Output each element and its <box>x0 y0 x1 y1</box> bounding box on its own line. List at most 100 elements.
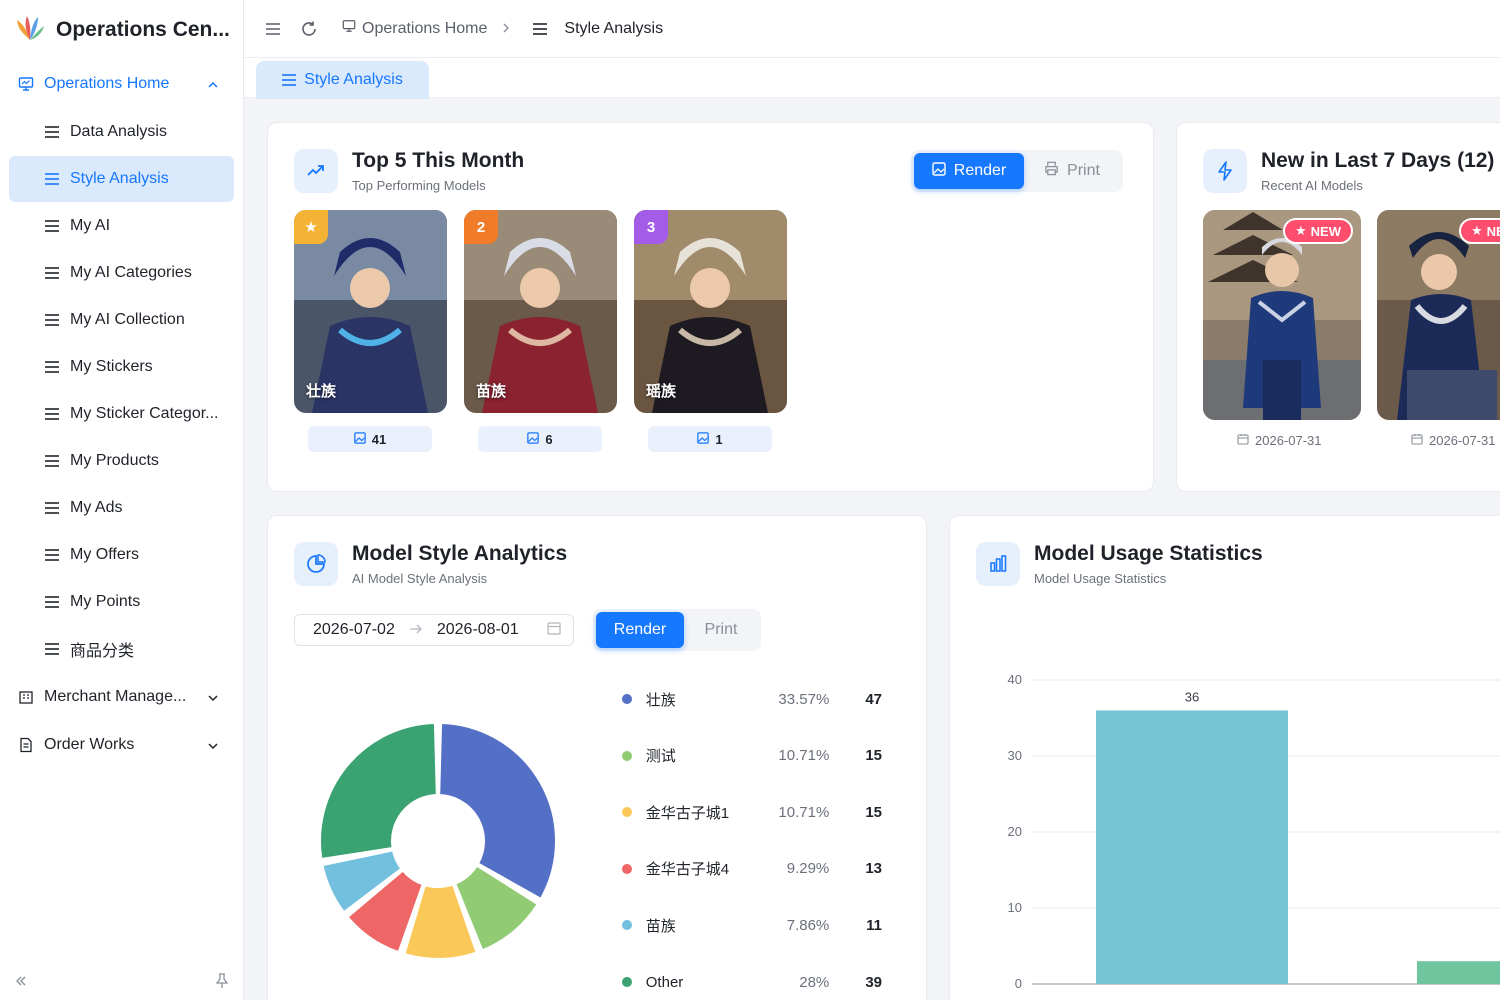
top-model-thumbnail[interactable]: ★ 壮族 <box>294 210 447 413</box>
menu-group-order[interactable]: Order Works <box>0 721 243 769</box>
slice-zhuang[interactable] <box>438 722 557 900</box>
sidebar-item[interactable]: Style Analysis <box>9 156 234 202</box>
new7-subtitle: Recent AI Models <box>1261 178 1363 193</box>
app-title: Operations Cen... <box>56 18 230 41</box>
sidebar-item[interactable]: My AI <box>9 203 234 249</box>
new-model-thumbnail[interactable]: ★ NE <box>1377 210 1500 420</box>
breadcrumb-current: Style Analysis <box>533 20 663 38</box>
style-print-button[interactable]: Print <box>684 612 758 648</box>
sidebar-item[interactable]: Data Analysis <box>9 109 234 155</box>
sidebar-item[interactable]: My Products <box>9 438 234 484</box>
legend-row[interactable]: Other 28% 39 <box>622 970 882 994</box>
top5-render-button[interactable]: Render <box>914 153 1024 189</box>
top-model-thumbnail[interactable]: 3 瑶族 <box>634 210 787 413</box>
menu-group-merchant[interactable]: Merchant Manage... <box>0 673 243 721</box>
date-start[interactable]: 2026-07-02 <box>313 621 395 639</box>
model-name-label: 瑶族 <box>646 383 677 400</box>
legend-row[interactable]: 测试 10.71% 15 <box>622 744 882 768</box>
legend-row[interactable]: 金华古子城4 9.29% 13 <box>622 857 882 881</box>
render-label: Render <box>613 621 667 638</box>
list-icon <box>45 361 59 373</box>
style-analytics-subtitle: AI Model Style Analysis <box>352 571 488 586</box>
legend-dot <box>622 750 632 761</box>
model-name-label: 苗族 <box>476 383 507 400</box>
bar-chart-icon <box>976 542 1020 586</box>
rank-badge: 3 <box>634 210 668 244</box>
sidebar-item[interactable]: My Sticker Categor... <box>9 391 234 437</box>
list-icon <box>45 314 59 326</box>
date-end[interactable]: 2026-08-01 <box>437 621 519 639</box>
legend-row[interactable]: 壮族 33.57% 47 <box>622 687 882 711</box>
sidebar-item[interactable]: My Points <box>9 579 234 625</box>
list-icon <box>45 596 59 608</box>
date-label: 2026-07-31 <box>1255 433 1322 448</box>
image-icon <box>353 431 366 447</box>
style-render-button[interactable]: Render <box>596 612 684 648</box>
calendar-icon <box>1237 433 1249 448</box>
sidebar-item-label: My AI Categories <box>70 264 192 281</box>
list-icon <box>45 126 59 138</box>
bar[interactable] <box>1096 710 1288 984</box>
breadcrumb-home-label: Operations Home <box>362 19 488 37</box>
top5-subtitle: Top Performing Models <box>352 178 486 193</box>
chevron-up-icon <box>207 78 219 96</box>
legend-row[interactable]: 苗族 7.86% 11 <box>622 913 882 937</box>
legend-percent: 33.57% <box>778 690 830 708</box>
slice-other[interactable] <box>319 722 438 861</box>
sidebar-item[interactable]: My AI Categories <box>9 250 234 296</box>
style-donut-chart <box>319 722 557 960</box>
menu-group-label: Merchant Manage... <box>44 688 187 705</box>
menu-group-operations-home[interactable]: Operations Home <box>0 60 243 108</box>
sidebar-item-label: Style Analysis <box>70 170 169 187</box>
sidebar-item-label: My AI <box>70 217 111 234</box>
list-icon <box>45 502 59 514</box>
pin-icon[interactable] <box>215 972 229 994</box>
sidebar-item[interactable]: My Offers <box>9 532 234 578</box>
legend-row[interactable]: 金华古子城1 10.71% 15 <box>622 800 882 824</box>
legend-dot <box>622 977 632 987</box>
render-count-pill: 1 <box>648 426 772 452</box>
legend-value: 11 <box>866 916 882 934</box>
breadcrumb-home[interactable]: Operations Home <box>342 19 487 38</box>
brand[interactable]: Operations Cen... <box>0 0 243 60</box>
sidebar-item[interactable]: My Stickers <box>9 344 234 390</box>
new-model-thumbnail[interactable]: ★ NEW <box>1203 210 1361 420</box>
sidebar-item[interactable]: 商品分类 <box>9 626 234 672</box>
double-chevron-left-icon[interactable] <box>14 974 28 993</box>
image-icon <box>932 161 946 181</box>
list-icon <box>45 220 59 232</box>
lightning-icon <box>1203 149 1247 193</box>
model-name-label: 壮族 <box>306 383 337 400</box>
calendar-icon <box>547 621 561 640</box>
legend-percent: 7.86% <box>786 916 830 934</box>
tab-style-analysis[interactable]: Style Analysis <box>256 61 429 99</box>
trending-up-icon <box>294 149 338 193</box>
top5-print-button[interactable]: Print <box>1024 153 1120 189</box>
top-model-thumbnail[interactable]: 2 苗族 <box>464 210 617 413</box>
legend-name: 苗族 <box>645 917 676 935</box>
sidebar-footer <box>0 966 243 1000</box>
style-segmented: Render Print <box>593 609 761 651</box>
new-badge-label: NEW <box>1310 223 1341 239</box>
sidebar-item-label: My Products <box>70 452 159 469</box>
menu-toggle-icon[interactable] <box>262 18 284 40</box>
chevron-down-icon <box>207 739 219 757</box>
y-tick-label: 10 <box>1008 900 1022 915</box>
legend-dot <box>622 807 632 818</box>
sidebar-item-label: My Ads <box>70 499 123 516</box>
printer-icon <box>1044 161 1059 181</box>
sidebar-item[interactable]: My Ads <box>9 485 234 531</box>
render-count: 6 <box>545 431 553 447</box>
refresh-icon[interactable] <box>298 18 320 40</box>
legend-value: 15 <box>865 747 882 765</box>
sidebar-item[interactable]: My AI Collection <box>9 297 234 343</box>
list-icon <box>45 408 59 420</box>
y-tick-label: 40 <box>1008 672 1022 687</box>
monitor-icon <box>342 19 356 38</box>
bar[interactable] <box>1417 961 1500 984</box>
top5-card: Top 5 This Month Top Performing Models R… <box>267 122 1154 492</box>
sidebar-item-label: My Sticker Categor... <box>70 405 219 422</box>
date-range-picker[interactable]: 2026-07-02 2026-08-01 <box>294 614 574 646</box>
chevron-right-icon <box>501 20 511 38</box>
top-header: Operations Home Style Analysis <box>244 0 1500 58</box>
